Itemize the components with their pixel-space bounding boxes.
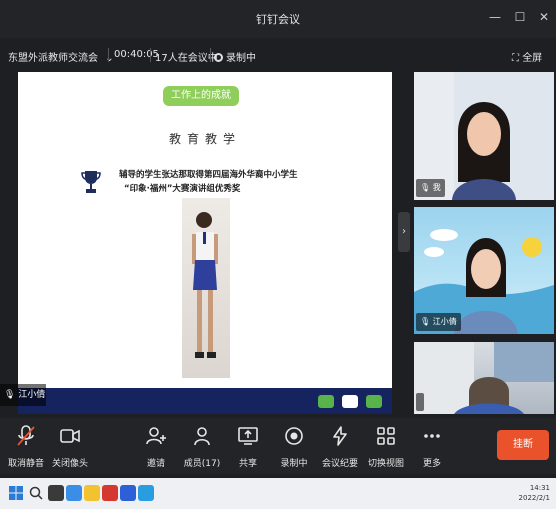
minutes-label: 会议纪要	[321, 459, 358, 469]
divider	[150, 48, 151, 62]
meeting-info-bar: 东盟外派教师交流会 ⌄ 00:40:05 17人在会议中 录制中 ⛶ 全屏	[0, 40, 556, 70]
participant-name: 我	[432, 183, 441, 192]
participant-name-tag	[416, 393, 424, 411]
recording-button[interactable]: 录制中	[268, 424, 320, 470]
video-tile[interactable]: 🎙 我	[414, 72, 554, 200]
maximize-icon[interactable]: ☐	[512, 9, 528, 25]
windows-start-icon[interactable]	[8, 485, 24, 501]
presenter-tag: 🎙 江小倩	[0, 384, 46, 406]
invite-button[interactable]: 邀请	[130, 424, 182, 470]
slide-heading: 教育教学	[168, 132, 241, 146]
screen-share-icon	[238, 427, 258, 445]
participant-name: 江小倩	[432, 317, 457, 326]
slide-nav-button	[342, 395, 358, 408]
share-label: 共享	[238, 459, 257, 469]
group-name[interactable]: 东盟外派教师交流会 ⌄	[8, 49, 114, 64]
members-label: 成员(17)	[183, 459, 221, 469]
members-button[interactable]: 成员(17)	[176, 424, 228, 470]
divider	[210, 48, 211, 62]
video-tile[interactable]	[414, 342, 554, 414]
os-taskbar: 14:31 2022/2/1	[0, 478, 556, 509]
participant-video	[414, 342, 554, 414]
add-user-icon	[146, 427, 166, 445]
more-icon	[424, 434, 440, 438]
recording-status[interactable]: 录制中	[214, 49, 256, 64]
participant-name-tag: 🎙 我	[416, 179, 445, 197]
participant-count[interactable]: 17人在会议中	[155, 49, 218, 64]
folder-icon[interactable]	[84, 485, 100, 501]
window-title: 钉钉会议	[256, 13, 300, 26]
chevron-right-icon[interactable]: ›	[398, 212, 410, 252]
recording-label: 录制中	[280, 459, 308, 469]
trophy-icon	[81, 171, 101, 193]
meeting-toolbar: 取消静音 关闭像头 邀请 成员(17) 共享 录制中 会议纪要 切换视图 更多	[0, 418, 556, 474]
participant-name-tag: 🎙 江小倩	[416, 313, 461, 331]
slide-nav-button	[318, 395, 334, 408]
camera-label: 关闭像头	[51, 459, 88, 469]
record-icon	[214, 53, 223, 62]
switch-view-label: 切换视图	[367, 459, 404, 469]
minutes-button[interactable]: 会议纪要	[314, 424, 366, 470]
clock-time: 14:31	[529, 484, 550, 492]
video-tile[interactable]: 🎙 江小倩	[414, 207, 554, 334]
mic-icon: 🎙	[420, 183, 431, 192]
slide-text-line: 辅导的学生张达那取得第四届海外华裔中小学生	[119, 170, 298, 180]
close-icon[interactable]: ✕	[536, 9, 552, 25]
app-icon[interactable]	[120, 485, 136, 501]
slide-footer	[18, 388, 392, 414]
shared-screen[interactable]: 工作上的成就 教育教学 辅导的学生张达那取得第四届海外华裔中小学生 “印象·福州…	[18, 72, 392, 414]
slide-nav-button	[366, 395, 382, 408]
lightning-icon	[333, 426, 347, 446]
leave-button[interactable]: 挂断	[497, 430, 549, 460]
search-icon[interactable]	[28, 485, 44, 501]
invite-label: 邀请	[146, 459, 165, 469]
dingtalk-icon[interactable]	[66, 485, 82, 501]
minimize-icon[interactable]: —	[487, 9, 503, 25]
camera-button[interactable]: 关闭像头	[44, 424, 96, 470]
group-name-label: 东盟外派教师交流会	[8, 53, 98, 64]
meeting-duration: 00:40:05	[114, 49, 159, 60]
slide-tag: 工作上的成就	[163, 86, 239, 106]
system-clock[interactable]: 14:31 2022/2/1	[519, 483, 550, 503]
student-photo	[182, 198, 230, 378]
mic-muted-icon	[17, 425, 35, 446]
presenter-name: 江小倩	[18, 390, 46, 400]
wps-icon[interactable]	[102, 485, 118, 501]
fullscreen-icon: ⛶	[512, 53, 519, 64]
share-button[interactable]: 共享	[222, 424, 274, 470]
fullscreen-label: 全屏	[522, 53, 543, 64]
user-icon	[194, 427, 210, 446]
task-view-icon[interactable]	[48, 485, 64, 501]
mic-icon: 🎙	[420, 317, 431, 326]
switch-view-button[interactable]: 切换视图	[360, 424, 412, 470]
mic-icon: 🎙	[4, 390, 16, 400]
more-button[interactable]: 更多	[406, 424, 458, 470]
title-bar: 钉钉会议 — ☐ ✕	[0, 0, 556, 38]
slide-text-line: “印象·福州”大赛演讲组优秀奖	[124, 184, 241, 194]
meeting-window: 钉钉会议 — ☐ ✕ 东盟外派教师交流会 ⌄ 00:40:05 17人在会议中 …	[0, 0, 556, 509]
recording-status-label: 录制中	[226, 53, 256, 64]
clock-date: 2022/2/1	[518, 494, 550, 502]
camera-icon	[60, 429, 80, 443]
grid-view-icon	[377, 427, 395, 445]
chevron-down-icon: ⌄	[105, 53, 114, 64]
fullscreen-button[interactable]: ⛶ 全屏	[512, 49, 542, 64]
divider	[108, 48, 109, 62]
more-label: 更多	[422, 459, 441, 469]
app-icon[interactable]	[138, 485, 154, 501]
record-icon	[285, 427, 303, 445]
